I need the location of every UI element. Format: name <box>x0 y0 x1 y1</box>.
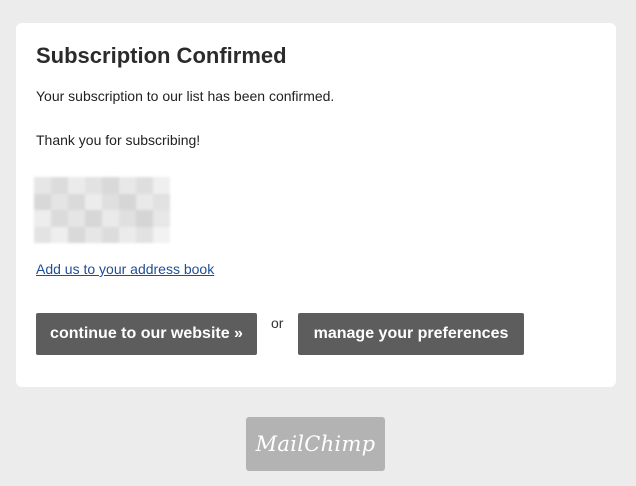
blurred-pixel <box>119 210 136 227</box>
blurred-pixel <box>51 193 68 210</box>
blurred-pixel <box>153 193 170 210</box>
blurred-pixel <box>68 193 85 210</box>
blurred-pixel <box>85 210 102 227</box>
add-to-address-book-link[interactable]: Add us to your address book <box>36 260 214 278</box>
blurred-pixel <box>34 226 51 243</box>
blurred-pixel <box>68 177 85 194</box>
blurred-pixel <box>34 177 51 194</box>
blurred-pixel <box>136 226 153 243</box>
mailchimp-badge[interactable]: MailChimp <box>246 417 385 471</box>
thank-you-message: Thank you for subscribing! <box>36 132 201 148</box>
blurred-pixel <box>85 193 102 210</box>
blurred-pixel <box>102 177 119 194</box>
blurred-pixel <box>119 177 136 194</box>
blurred-pixel <box>153 177 170 194</box>
blurred-pixel <box>85 177 102 194</box>
blurred-pixel <box>119 226 136 243</box>
blurred-pixel <box>51 177 68 194</box>
blurred-pixel <box>119 193 136 210</box>
blurred-pixel <box>85 226 102 243</box>
confirmation-message: Your subscription to our list has been c… <box>36 88 335 104</box>
blurred-pixel <box>153 226 170 243</box>
page-title: Subscription Confirmed <box>36 43 287 68</box>
continue-to-website-button[interactable]: continue to our website » <box>36 313 257 355</box>
blurred-pixel <box>51 226 68 243</box>
blurred-pixel <box>136 177 153 194</box>
or-separator: or <box>271 315 284 331</box>
blurred-pixel <box>68 210 85 227</box>
manage-preferences-button[interactable]: manage your preferences <box>298 313 524 355</box>
blurred-pixel <box>68 226 85 243</box>
blurred-image <box>34 177 170 243</box>
blurred-pixel <box>102 226 119 243</box>
blurred-pixel <box>102 210 119 227</box>
blurred-pixel <box>34 210 51 227</box>
mailchimp-logo-text: MailChimp <box>255 432 376 456</box>
confirmation-card: Subscription Confirmed Your subscription… <box>16 23 616 387</box>
blurred-pixel <box>136 210 153 227</box>
blurred-pixel <box>153 210 170 227</box>
blurred-pixel <box>51 210 68 227</box>
blurred-pixel <box>34 193 51 210</box>
blurred-pixel <box>102 193 119 210</box>
blurred-pixel <box>136 193 153 210</box>
